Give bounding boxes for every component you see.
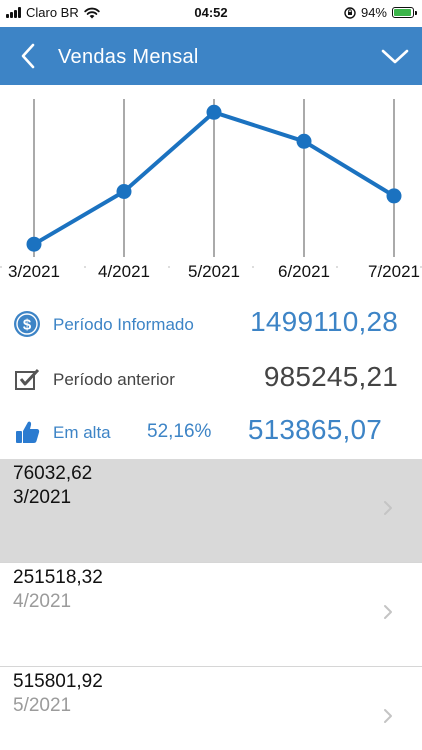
list-item[interactable]: 251518,32 4/2021 [0,563,422,667]
anterior-label: Período anterior [53,370,175,389]
list-item-amount: 76032,62 [13,463,93,484]
back-chevron-icon[interactable] [14,39,44,73]
page-title: Vendas Mensal [58,46,199,68]
data-point[interactable] [26,236,42,252]
alta-label: Em alta [53,423,111,442]
data-point[interactable] [206,104,222,120]
battery-icon [392,7,417,18]
orientation-lock-icon [344,6,356,19]
thumbs-up-icon [16,421,40,443]
informado-label: Período Informado [53,315,194,334]
dollar-coin-icon: $ [14,311,40,337]
summary-alta: Em alta 52,16% 513865,07 [0,407,422,457]
list-item-amount: 251518,32 [13,567,103,588]
summary-informado: $ Período Informado 1499110,28 [0,299,422,349]
alta-percent: 52,16% [147,421,212,442]
x-tick-label: 4/2021 [98,262,150,281]
checkbox-icon [15,368,40,390]
list-item-period: 4/2021 [13,591,72,612]
list-item-period: 3/2021 [13,487,72,508]
line-chart: 3/2021 4/2021 5/2021 6/2021 7/2021 [0,99,422,281]
svg-text:$: $ [23,317,32,334]
chevron-right-icon [384,501,392,515]
chevron-down-icon[interactable] [378,41,412,71]
monthly-list: 76032,62 3/2021 251518,32 4/2021 515801,… [0,459,422,750]
data-point[interactable] [296,133,312,149]
monthly-sales-chart: 3/2021 4/2021 5/2021 6/2021 7/2021 [0,85,422,290]
battery-percent: 94% [360,5,387,20]
x-tick-label: 7/2021 [368,262,420,281]
x-tick-label: 5/2021 [188,262,240,281]
informado-value: 1499110,28 [250,306,398,337]
data-point[interactable] [116,184,132,199]
x-tick-label: 3/2021 [8,262,60,281]
anterior-value: 985245,21 [263,361,398,392]
chevron-right-icon [384,709,392,723]
list-item[interactable]: 515801,92 5/2021 [0,667,422,750]
app-header: Vendas Mensal [0,27,422,85]
chevron-right-icon [384,605,392,619]
data-point[interactable] [386,188,402,204]
x-tick-label: 6/2021 [278,262,330,281]
summary-anterior: Período anterior 985245,21 [0,354,422,404]
list-item[interactable]: 76032,62 3/2021 [0,459,422,563]
status-right: 94% [344,5,417,20]
alta-value: 513865,07 [247,414,382,445]
list-item-period: 5/2021 [13,695,72,716]
status-bar: Claro BR 04:52 94% [0,0,422,27]
list-item-amount: 515801,92 [13,671,103,692]
